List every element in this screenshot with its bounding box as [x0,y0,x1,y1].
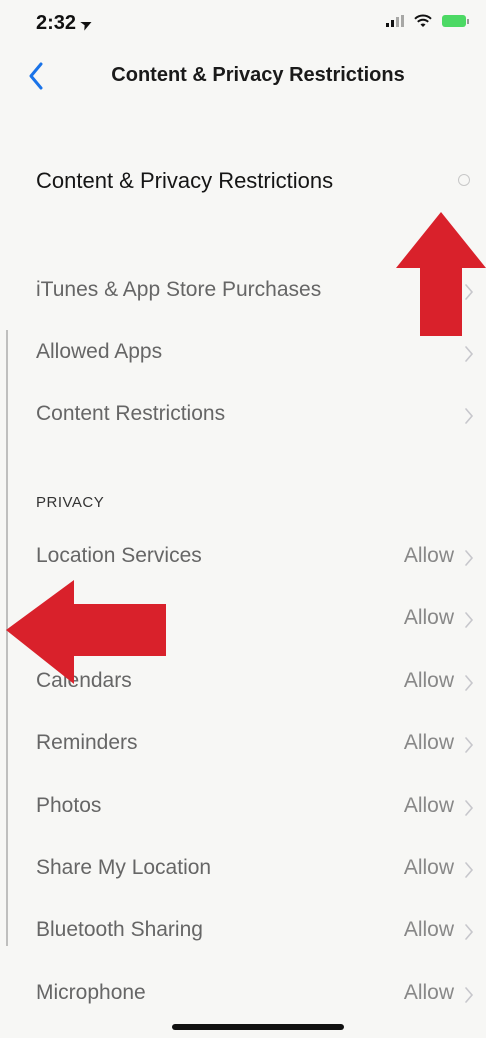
content-setting-label: Allowed Apps [36,340,163,363]
chevron-right-icon [465,550,474,566]
privacy-setting-row[interactable]: Location Services Allow [0,530,486,586]
privacy-setting-label: Location Services [36,544,202,567]
chevron-right-icon [465,799,474,816]
home-indicator[interactable] [172,1024,344,1030]
privacy-setting-label: Microphone [36,980,146,1004]
content-setting-label: iTunes & App Store Purchases [36,278,322,301]
privacy-section-header: PRIVACY [36,494,105,511]
back-button[interactable] [24,54,54,98]
wifi-icon [414,14,432,27]
chevron-right-icon [465,924,474,941]
privacy-setting-value: Allow [403,606,454,630]
red-up-arrow-icon [396,212,486,336]
chevron-right-icon [465,674,474,691]
content-setting-row[interactable]: Content Restrictions [0,388,486,444]
restrictions-toggle-label: Content & Privacy Restrictions [36,168,334,193]
time-label: 2:32 [36,12,77,34]
status-icons [386,14,469,28]
restrictions-toggle-row[interactable]: Content & Privacy Restrictions [0,152,486,212]
privacy-setting-row[interactable]: Share My Location Allow [0,842,486,898]
signal-icon [386,15,404,27]
privacy-setting-label: Photos [36,793,102,817]
privacy-setting-label: Reminders [36,731,138,755]
chevron-right-icon [465,346,474,362]
navigation-bar: Content & Privacy Restrictions [0,52,486,100]
content-setting-label: Content Restrictions [36,402,226,425]
chevron-right-icon [465,408,474,424]
privacy-setting-value: Allow [403,731,454,755]
location-arrow-icon: ➤ [77,14,96,35]
privacy-setting-value: Allow [403,793,454,817]
privacy-setting-value: Allow [403,668,454,692]
chevron-right-icon [465,612,474,629]
privacy-setting-label: Share My Location [36,856,212,879]
red-left-arrow-icon [6,580,166,684]
status-bar: 2:32➤ [0,0,486,44]
privacy-setting-value: Allow [403,544,454,567]
page-title: Content & Privacy Restrictions [111,64,405,86]
privacy-setting-row[interactable]: Reminders Allow [0,717,486,773]
chevron-left-icon [29,62,43,90]
restrictions-toggle[interactable] [458,174,470,186]
privacy-setting-row[interactable]: Photos Allow [0,780,486,836]
privacy-setting-row[interactable]: Microphone Allow [0,967,486,1023]
status-time: 2:32➤ [36,12,96,35]
privacy-setting-row[interactable]: Bluetooth Sharing Allow [0,904,486,960]
privacy-setting-value: Allow [403,980,454,1004]
privacy-setting-value: Allow [403,918,454,942]
chevron-right-icon [465,862,474,878]
privacy-setting-label: Bluetooth Sharing [36,918,203,942]
chevron-right-icon [465,986,474,1003]
battery-icon [442,15,469,27]
privacy-setting-value: Allow [403,856,454,879]
chevron-right-icon [465,737,474,753]
